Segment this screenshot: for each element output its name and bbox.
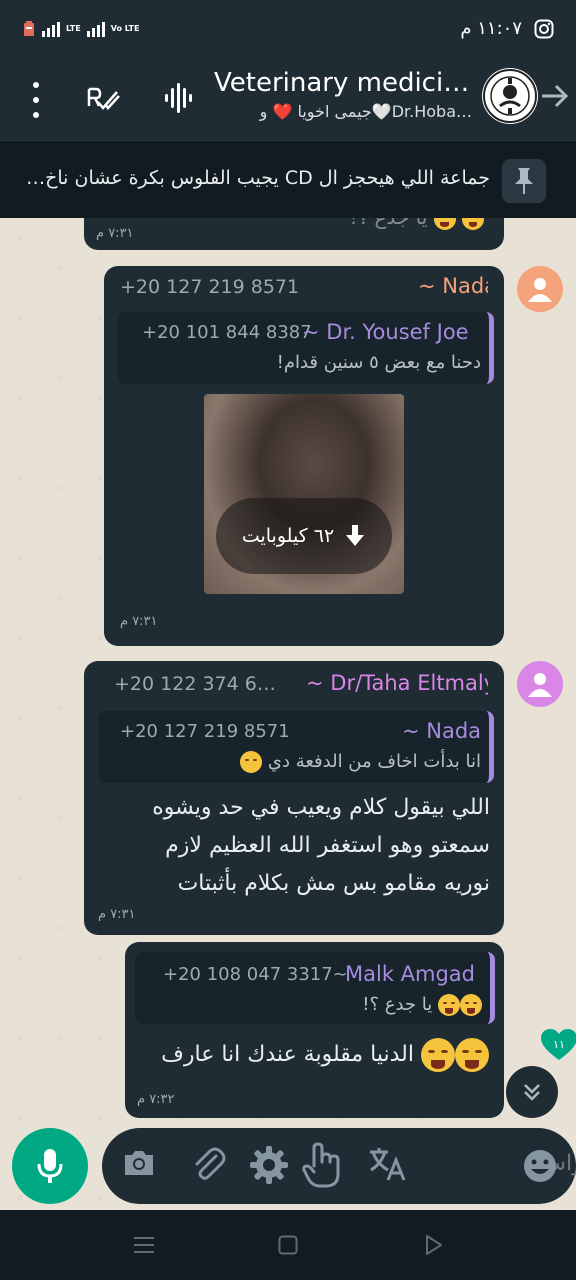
quote-phone: +20 127 219 8571	[120, 721, 290, 742]
person-icon	[528, 278, 552, 302]
pinned-message-bar[interactable]: جماعة اللي هيحجز ال CD يجيب الفلوس بكرة …	[0, 140, 576, 218]
recent-apps-icon[interactable]	[134, 1236, 154, 1254]
volte-label: Vo LTE	[110, 24, 140, 33]
status-bar: LTE Vo LTE ١١:٠٧ م	[0, 0, 576, 60]
chat-subtitle: جيمى اخويا ❤️ و🤍Dr.Hoba…	[259, 102, 472, 121]
chat-area[interactable]: يا جدع ؟! ٧:٣١ م +20 127 219 8571 ~ Nada…	[0, 218, 576, 1210]
sender-phone: +20 122 374 6…	[114, 673, 276, 695]
more-vert-icon[interactable]	[26, 82, 46, 118]
avatar-nada[interactable]	[517, 266, 563, 312]
system-navigation-bar	[0, 1210, 576, 1280]
message-text: الدنيا مقلوبة عندك انا عارف	[139, 1036, 489, 1074]
quote-text: انا بدأت اخاف من الدفعة دي	[181, 751, 481, 773]
signal-icon	[42, 21, 60, 37]
double-chevron-down-icon	[524, 1084, 540, 1101]
message-time: ٧:٣١ م	[98, 907, 136, 922]
message-input-bar[interactable]	[102, 1128, 576, 1204]
message-text: اللي بيقول كلام ويعيب في حد ويشوه سمعتو …	[152, 795, 490, 896]
quote-sender-name: ~ Dr. Yousef Joe	[302, 320, 469, 344]
quoted-message[interactable]: +20 101 844 8387 ~ Dr. Yousef Joe دحنا م…	[118, 312, 494, 384]
quote-sender-name: ~ Nada	[402, 719, 482, 743]
status-left: LTE Vo LTE	[22, 20, 139, 38]
quote-sender-name: Malk Amgad	[345, 962, 476, 986]
message-bubble-partial[interactable]: يا جدع ؟! ٧:٣١ م	[84, 218, 504, 250]
camera-icon[interactable]	[122, 1148, 156, 1178]
instagram-icon	[534, 19, 554, 38]
tears-of-joy-emoji-icon	[438, 994, 460, 1016]
touch-gesture-icon[interactable]	[300, 1140, 342, 1190]
chat-header: Veterinary medici… جيمى اخويا ❤️ و🤍Dr.Ho…	[0, 60, 576, 140]
pinned-message-text: جماعة اللي هيحجز ال CD يجيب الفلوس بكرة …	[26, 167, 490, 189]
avatar-taha[interactable]	[517, 661, 563, 707]
read-check-icon[interactable]	[86, 86, 120, 112]
message-bubble-nada[interactable]: +20 127 219 8571 ~ Nada +20 101 844 8387…	[104, 266, 504, 646]
quote-phone: +20 108 047 3317~	[163, 964, 348, 985]
notification-icon	[24, 21, 34, 36]
message-bubble-self[interactable]: +20 108 047 3317~ Malk Amgad يا جدع ؟! ا…	[125, 942, 504, 1118]
message-time: ٧:٣١ م	[120, 614, 158, 629]
signal-icon-2	[86, 21, 105, 37]
voice-message-button[interactable]	[12, 1128, 88, 1204]
message-bubble-taha[interactable]: +20 122 374 6… ~ Dr/Taha Eltmaly +20 127…	[84, 661, 504, 935]
download-arrow-icon	[346, 525, 365, 546]
settings-icon[interactable]	[248, 1144, 290, 1186]
nav-back-icon[interactable]	[424, 1234, 444, 1256]
pin-icon[interactable]	[502, 159, 546, 203]
quote-phone: +20 101 844 8387	[142, 322, 312, 343]
quoted-message[interactable]: +20 127 219 8571 ~ Nada انا بدأت اخاف من…	[98, 711, 494, 783]
sender-name[interactable]: ~ Nada	[418, 274, 488, 298]
group-avatar[interactable]	[482, 68, 538, 124]
chat-title-area[interactable]: Veterinary medici… جيمى اخويا ❤️ و🤍Dr.Ho…	[214, 68, 472, 121]
tears-of-joy-emoji-icon	[462, 218, 484, 230]
tears-of-joy-emoji-icon	[421, 1038, 455, 1072]
tears-of-joy-emoji-icon	[455, 1038, 489, 1072]
message-time: ٧:٣١ م	[96, 226, 134, 241]
status-right: ١١:٠٧ م	[460, 18, 554, 39]
unread-count: ١١	[553, 1038, 565, 1051]
scroll-to-bottom-button[interactable]	[506, 1066, 558, 1118]
download-button[interactable]: ٦٢ كيلوبايت	[216, 498, 392, 574]
group-logo-icon	[483, 69, 537, 123]
quoted-message[interactable]: +20 108 047 3317~ Malk Amgad يا جدع ؟!	[135, 952, 495, 1024]
sender-phone: +20 127 219 8571	[120, 276, 300, 298]
lte-label: LTE	[66, 24, 81, 33]
back-arrow-icon[interactable]	[540, 82, 568, 110]
person-icon	[528, 673, 552, 697]
quote-text: يا جدع ؟!	[282, 994, 482, 1016]
clock: ١١:٠٧ م	[460, 18, 522, 39]
download-size: ٦٢ كيلوبايت	[241, 525, 335, 547]
chat-title: Veterinary medici…	[214, 68, 470, 98]
attach-icon[interactable]	[190, 1146, 226, 1182]
quote-text: دحنا مع بعض ٥ سنين قدام!	[276, 352, 481, 373]
sender-name[interactable]: ~ Dr/Taha Eltmaly	[306, 671, 488, 695]
voice-wave-icon[interactable]	[164, 82, 194, 114]
emoji-icon[interactable]	[522, 1148, 558, 1184]
unread-heart-badge[interactable]: ١١	[540, 1028, 576, 1062]
message-time: ٧:٣٢ م	[137, 1092, 175, 1107]
tears-of-joy-emoji-icon	[460, 994, 482, 1016]
translate-icon[interactable]	[368, 1146, 406, 1182]
pleading-face-emoji-icon	[240, 751, 263, 773]
tears-of-joy-emoji-icon	[433, 218, 456, 230]
pushpin-icon	[515, 168, 533, 194]
microphone-icon	[37, 1149, 63, 1183]
partial-message-text: يا جدع ؟!	[254, 218, 484, 232]
home-icon[interactable]	[278, 1235, 298, 1255]
